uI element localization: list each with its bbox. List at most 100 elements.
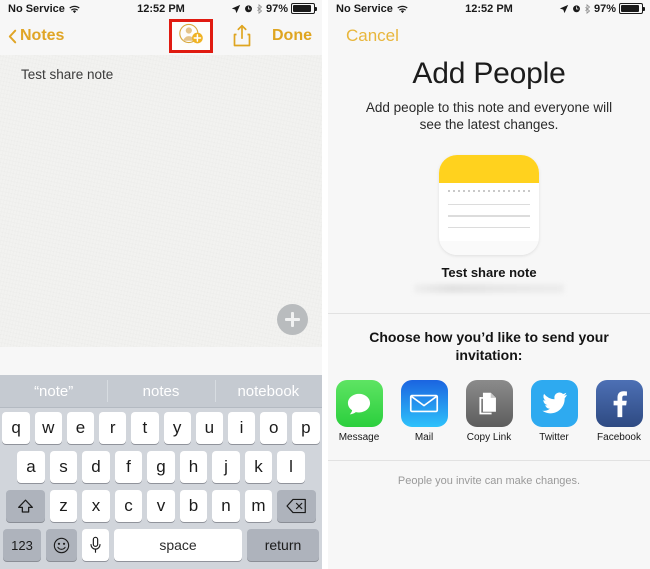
return-key[interactable]: return — [247, 529, 319, 561]
shared-note-preview-redacted — [414, 284, 564, 293]
key-b[interactable]: b — [179, 490, 208, 522]
status-bar-right-group-2: 97% — [559, 2, 645, 15]
key-m[interactable]: m — [244, 490, 273, 522]
shift-arrow-icon[interactable] — [5, 490, 45, 522]
key-a[interactable]: a — [17, 451, 45, 483]
key-l[interactable]: l — [277, 451, 305, 483]
suggestion-1[interactable]: notes — [107, 375, 214, 407]
key-n[interactable]: n — [212, 490, 240, 522]
share-target-copy-link[interactable]: Copy Link — [463, 380, 515, 443]
bluetooth-icon — [256, 3, 263, 14]
keyboard-row-2: a s d f g h j k l — [0, 451, 322, 483]
numbers-key[interactable]: 123 — [3, 529, 41, 561]
key-o[interactable]: o — [260, 412, 288, 444]
envelope-icon — [400, 380, 448, 427]
share-target-twitter[interactable]: Twitter — [528, 380, 580, 443]
page-subtitle: Add people to this note and everyone wil… — [365, 100, 613, 132]
page-title: Add People — [412, 57, 566, 90]
onscreen-keyboard: “note” notes notebook q w e r t y u i o … — [0, 375, 322, 569]
suggestion-2[interactable]: notebook — [214, 375, 322, 407]
share-target-facebook[interactable]: Facebook — [593, 380, 645, 443]
key-x[interactable]: x — [82, 490, 110, 522]
key-j[interactable]: j — [212, 451, 240, 483]
status-bar-right: No Service 12:52 PM 97% — [328, 0, 650, 17]
battery-percent-label: 97% — [265, 2, 288, 15]
share-target-label: Mail — [414, 432, 434, 443]
key-d[interactable]: d — [82, 451, 110, 483]
status-bar-right-group: 97% — [231, 2, 317, 15]
share-target-mail[interactable]: Mail — [398, 380, 450, 443]
battery-percent-label-2: 97% — [593, 2, 616, 15]
key-r[interactable]: r — [99, 412, 127, 444]
alarm-clock-icon — [572, 4, 581, 13]
left-phone-panel: No Service 12:52 PM 97% Notes Done Test … — [0, 0, 322, 569]
note-icon-line — [448, 226, 530, 228]
share-target-label: Copy Link — [466, 432, 512, 443]
key-p[interactable]: p — [292, 412, 320, 444]
battery-icon — [619, 3, 645, 14]
shared-note-preview: Test share note — [328, 155, 650, 293]
add-person-icon — [178, 22, 204, 50]
backspace-icon[interactable] — [277, 490, 317, 522]
note-icon-footer — [439, 241, 539, 255]
share-target-message[interactable]: Message — [333, 380, 385, 443]
bluetooth-icon — [584, 3, 591, 14]
plus-circle-icon[interactable] — [277, 304, 308, 335]
key-t[interactable]: t — [131, 412, 159, 444]
key-w[interactable]: w — [34, 412, 62, 444]
battery-icon — [291, 3, 317, 14]
key-v[interactable]: v — [147, 490, 175, 522]
keyboard-key-rows: q w e r t y u i o p a s d f g h j k l z … — [0, 408, 322, 569]
key-i[interactable]: i — [227, 412, 256, 444]
alarm-clock-icon — [244, 4, 253, 13]
microphone-icon[interactable] — [82, 529, 109, 561]
share-targets-row: Message Mail Copy Link Twitter Facebook — [328, 380, 650, 443]
notes-navigation-bar: Notes Done — [0, 17, 322, 55]
key-k[interactable]: k — [244, 451, 273, 483]
keyboard-row-3: z x c v b n m — [0, 490, 322, 522]
twitter-bird-icon — [530, 380, 578, 427]
note-icon-dotted-line — [448, 187, 530, 194]
add-person-button-highlighted[interactable] — [169, 19, 213, 53]
cancel-button[interactable]: Cancel — [346, 26, 399, 46]
note-icon-line — [448, 215, 530, 217]
note-text-content: Test share note — [21, 67, 114, 82]
keyboard-row-1: q w e r t y u i o p — [0, 412, 322, 444]
section-divider-top — [328, 313, 650, 314]
choose-method-label: Choose how you’d like to send your invit… — [369, 329, 609, 363]
screenshot-root: No Service 12:52 PM 97% Notes Done Test … — [0, 0, 650, 569]
shared-note-title: Test share note — [441, 265, 537, 280]
chevron-left-icon — [8, 29, 17, 44]
done-button[interactable]: Done — [272, 27, 312, 45]
copy-pages-icon — [465, 380, 513, 427]
key-f[interactable]: f — [114, 451, 143, 483]
back-to-notes-button[interactable]: Notes — [8, 27, 64, 45]
note-icon-header — [439, 155, 539, 183]
key-s[interactable]: s — [49, 451, 78, 483]
key-h[interactable]: h — [179, 451, 208, 483]
add-people-navigation-bar: Cancel — [328, 17, 650, 55]
share-target-label: Twitter — [539, 432, 569, 443]
space-key[interactable]: space — [114, 529, 242, 561]
share-target-label: Message — [338, 432, 380, 443]
key-e[interactable]: e — [66, 412, 95, 444]
back-button-label: Notes — [20, 27, 65, 44]
key-u[interactable]: u — [195, 412, 223, 444]
key-g[interactable]: g — [147, 451, 175, 483]
share-sheet-button[interactable] — [232, 24, 252, 48]
key-z[interactable]: z — [49, 490, 78, 522]
location-arrow-icon — [231, 4, 241, 14]
keyboard-row-4: 123 space return — [0, 529, 322, 561]
key-y[interactable]: y — [163, 412, 191, 444]
share-target-label: Facebook — [597, 432, 641, 443]
note-editor-body[interactable]: Test share note — [0, 55, 322, 347]
key-c[interactable]: c — [114, 490, 143, 522]
keyboard-suggestion-bar: “note” notes notebook — [0, 375, 322, 408]
smiley-face-icon[interactable] — [46, 529, 77, 561]
facebook-f-icon — [595, 380, 643, 427]
notes-app-icon — [439, 155, 539, 255]
section-divider-bottom — [328, 460, 650, 461]
key-q[interactable]: q — [2, 412, 30, 444]
suggestion-0[interactable]: “note” — [0, 375, 107, 407]
invite-footnote: People you invite can make changes. — [397, 475, 581, 487]
